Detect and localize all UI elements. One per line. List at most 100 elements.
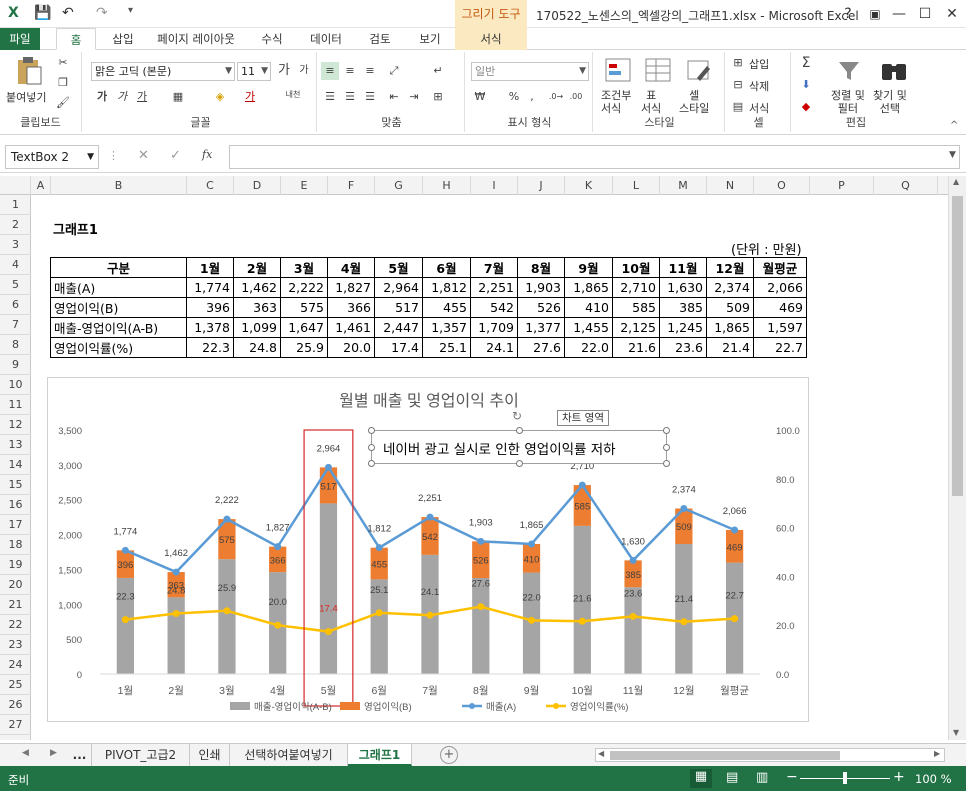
page-layout-view-icon[interactable]: ▤ [726, 770, 738, 785]
phonetic-button[interactable]: 내천 [281, 86, 305, 104]
row-header[interactable]: 14 [0, 455, 31, 475]
table-header-cell[interactable]: 7월 [470, 257, 518, 278]
align-center-icon[interactable]: ☰ [341, 88, 359, 106]
paste-icon[interactable] [14, 56, 44, 86]
italic-button[interactable]: 가 [113, 88, 131, 106]
resize-handle[interactable] [516, 460, 523, 467]
column-header[interactable]: H [423, 176, 471, 195]
value-cell[interactable]: 1,865 [706, 317, 754, 338]
column-header[interactable]: D [234, 176, 281, 195]
align-bottom-icon[interactable]: ≡ [361, 62, 379, 80]
insert-function-icon[interactable]: fx [202, 148, 212, 161]
row-header[interactable]: 21 [0, 595, 31, 615]
value-cell[interactable]: 24.8 [233, 337, 281, 358]
row-header[interactable]: 20 [0, 575, 31, 595]
close-button[interactable]: ✕ [939, 4, 965, 24]
minimize-button[interactable]: — [886, 4, 912, 24]
align-middle-icon[interactable]: ≡ [341, 62, 359, 80]
sheet-tab-active[interactable]: 그래프1 [348, 744, 412, 766]
value-cell[interactable]: 1,462 [233, 277, 281, 298]
resize-handle[interactable] [663, 460, 670, 467]
rotate-handle-icon[interactable]: ↻ [512, 409, 522, 423]
borders-icon[interactable]: ▦ [169, 88, 187, 106]
value-cell[interactable]: 22.3 [186, 337, 234, 358]
undo-icon[interactable]: ↶ [62, 5, 74, 21]
table-header-cell[interactable]: 2월 [233, 257, 281, 278]
tab-review[interactable]: 검토 [360, 28, 400, 50]
decrease-indent-icon[interactable]: ⇤ [385, 88, 403, 106]
row-header[interactable]: 16 [0, 495, 31, 515]
wrap-text-icon[interactable]: ↵ [429, 62, 447, 80]
resize-handle[interactable] [368, 444, 375, 451]
cell-styles-button[interactable]: 셀 스타일 [679, 89, 709, 115]
copy-icon[interactable]: ❐ [54, 74, 72, 92]
resize-handle[interactable] [368, 427, 375, 434]
row-header[interactable]: 25 [0, 675, 31, 695]
row-header[interactable]: 5 [0, 275, 31, 295]
percent-button[interactable]: % [505, 88, 523, 106]
row-header[interactable]: 27 [0, 715, 31, 735]
value-cell[interactable]: 2,251 [470, 277, 518, 298]
row-label-cell[interactable]: 영업이익(B) [50, 297, 187, 318]
sheet-tab[interactable]: 인쇄 [190, 744, 230, 766]
zoom-out-icon[interactable]: − [786, 769, 798, 785]
value-cell[interactable]: 27.6 [517, 337, 565, 358]
column-header[interactable]: A [31, 176, 51, 195]
insert-cells-icon[interactable]: ⊞ [729, 54, 747, 72]
row-header[interactable]: 24 [0, 655, 31, 675]
align-right-icon[interactable]: ☰ [361, 88, 379, 106]
resize-handle[interactable] [663, 444, 670, 451]
value-cell[interactable]: 2,964 [374, 277, 423, 298]
value-cell[interactable]: 1,827 [327, 277, 375, 298]
worksheet[interactable]: 그래프1 (단위 : 만원) 구분 1월 2월 3월 4월 5월 6월 7월 8월 9월 10월 11… [31, 195, 948, 740]
column-header[interactable]: I [471, 176, 518, 195]
column-header[interactable]: J [518, 176, 565, 195]
column-header[interactable]: M [660, 176, 707, 195]
value-cell[interactable]: 1,245 [659, 317, 707, 338]
column-header[interactable]: O [754, 176, 810, 195]
delete-cells-icon[interactable]: ⊟ [729, 76, 747, 94]
cell-styles-icon[interactable] [683, 56, 713, 86]
row-header[interactable]: 18 [0, 535, 31, 555]
row-header[interactable]: 23 [0, 635, 31, 655]
shrink-font-icon[interactable]: 가 [295, 62, 313, 80]
value-cell[interactable]: 2,125 [612, 317, 660, 338]
chart-area[interactable]: 월별 매출 및 영업이익 추이 0 500 1,000 1,500 2,000 2,500 3… [47, 377, 809, 722]
value-cell[interactable]: 1,357 [422, 317, 471, 338]
value-cell[interactable]: 1,812 [422, 277, 471, 298]
name-box[interactable]: TextBox 2 ▼ [5, 145, 99, 169]
tab-data[interactable]: 데이터 [302, 28, 350, 50]
row-header[interactable]: 10 [0, 375, 31, 395]
align-top-icon[interactable]: ≡ [321, 62, 339, 80]
zoom-level[interactable]: 100 % [915, 772, 952, 786]
value-cell[interactable]: 396 [186, 297, 234, 318]
value-cell[interactable]: 469 [753, 297, 807, 318]
column-header[interactable]: Q [874, 176, 938, 195]
value-cell[interactable]: 25.9 [280, 337, 328, 358]
resize-handle[interactable] [663, 427, 670, 434]
sheet-tab[interactable]: PIVOT_고급2 [92, 744, 190, 766]
redo-icon[interactable]: ↷ [96, 5, 108, 21]
sheet-tab[interactable]: 선택하여붙여넣기 [230, 744, 348, 766]
column-header[interactable]: C [187, 176, 234, 195]
column-header[interactable]: L [613, 176, 660, 195]
row-header[interactable]: 12 [0, 415, 31, 435]
value-cell[interactable]: 2,066 [753, 277, 807, 298]
table-header-cell[interactable]: 1월 [186, 257, 234, 278]
expand-formula-icon[interactable]: ▼ [949, 150, 956, 160]
table-header-cell[interactable]: 6월 [422, 257, 471, 278]
value-cell[interactable]: 1,377 [517, 317, 565, 338]
value-cell[interactable]: 385 [659, 297, 707, 318]
insert-cells-button[interactable]: 삽입 [749, 56, 769, 72]
value-cell[interactable]: 21.6 [612, 337, 660, 358]
autosum-icon[interactable]: Σ [797, 54, 815, 72]
conditional-format-button[interactable]: 조건부 서식 [601, 89, 631, 115]
value-cell[interactable]: 363 [233, 297, 281, 318]
table-header-cell[interactable]: 3월 [280, 257, 328, 278]
value-cell[interactable]: 410 [564, 297, 613, 318]
format-painter-icon[interactable]: 🖌 [54, 94, 72, 112]
scroll-down-icon[interactable]: ▼ [953, 728, 959, 737]
paste-button[interactable]: 붙여넣기 [6, 89, 46, 105]
increase-indent-icon[interactable]: ⇥ [405, 88, 423, 106]
tab-format[interactable]: 서식 [455, 28, 527, 50]
